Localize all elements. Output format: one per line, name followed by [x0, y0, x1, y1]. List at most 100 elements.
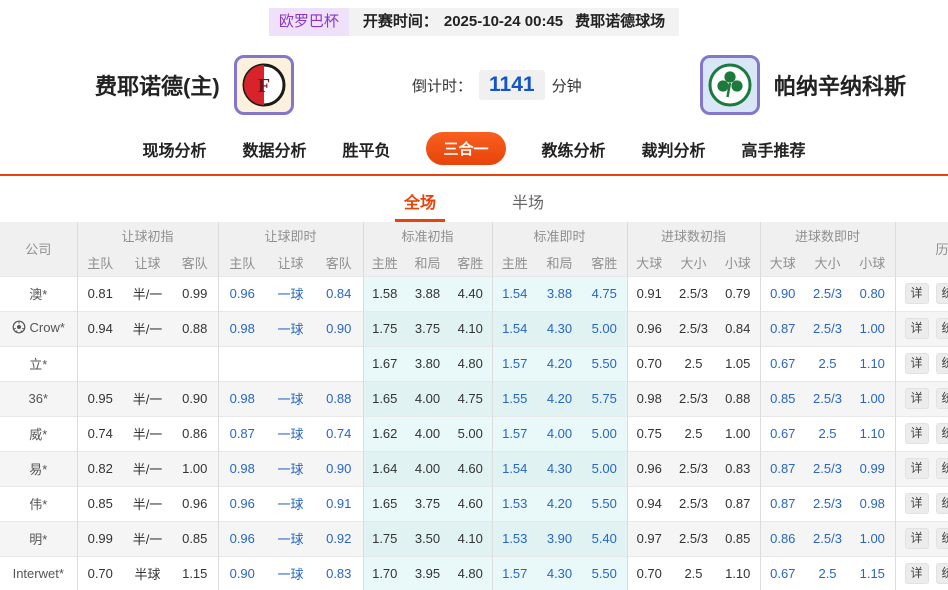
odds-cell: 0.91: [315, 486, 363, 521]
odds-cell: 0.92: [315, 521, 363, 556]
odds-cell: 0.85: [77, 486, 123, 521]
stats-button[interactable]: 统: [936, 423, 948, 444]
company-cell[interactable]: 威*: [0, 416, 77, 451]
col-subheader: 主队: [218, 249, 266, 276]
nav-tab[interactable]: 数据分析: [242, 137, 306, 161]
odds-cell: 2.5/3: [805, 521, 850, 556]
odds-cell: 0.85: [716, 521, 760, 556]
company-cell[interactable]: Crow*: [0, 311, 77, 346]
odds-cell: [123, 346, 172, 381]
odds-cell: [172, 346, 218, 381]
scope-tab[interactable]: 半场: [503, 189, 553, 222]
col-subheader: 和局: [406, 249, 449, 276]
odds-cell: 1.54: [492, 311, 537, 346]
nav-tab[interactable]: 三合一: [426, 132, 505, 165]
company-cell[interactable]: 伟*: [0, 486, 77, 521]
col-subheader: 大小: [671, 249, 716, 276]
odds-cell: 0.83: [716, 451, 760, 486]
detail-button[interactable]: 详: [905, 563, 929, 584]
nav-tab[interactable]: 高手推荐: [742, 137, 806, 161]
odds-cell: 半/一: [123, 486, 172, 521]
nav-tabs: 现场分析 数据分析 胜平负 三合一 教练分析 裁判分析 高手推荐: [0, 132, 948, 176]
detail-button[interactable]: 详: [905, 283, 929, 304]
stats-button[interactable]: 统: [936, 318, 948, 339]
scope-tab[interactable]: 全场: [395, 189, 445, 222]
odds-cell: [266, 346, 315, 381]
odds-cell: 0.88: [716, 381, 760, 416]
company-cell[interactable]: 36*: [0, 381, 77, 416]
company-name: 立*: [29, 354, 47, 373]
odds-cell: 2.5/3: [671, 486, 716, 521]
company-cell[interactable]: Interwet*: [0, 556, 77, 590]
odds-cell: 3.75: [406, 486, 449, 521]
table-row: 伟*0.85半/一0.960.96一球0.911.653.754.601.534…: [0, 486, 948, 521]
company-cell[interactable]: 明*: [0, 521, 77, 556]
table-row: Interwet*0.70半球1.150.90一球0.831.703.954.8…: [0, 556, 948, 590]
stats-button[interactable]: 统: [936, 283, 948, 304]
odds-cell: 3.50: [406, 521, 449, 556]
odds-cell: 0.90: [315, 311, 363, 346]
kickoff-label: 开赛时间：: [349, 8, 444, 36]
odds-cell: 1.75: [363, 311, 406, 346]
detail-button[interactable]: 详: [905, 528, 929, 549]
odds-cell: 0.99: [77, 521, 123, 556]
table-row: 立*1.673.804.801.574.205.500.702.51.050.6…: [0, 346, 948, 381]
odds-cell: 2.5: [805, 416, 850, 451]
stats-button[interactable]: 统: [936, 528, 948, 549]
nav-tab[interactable]: 现场分析: [142, 137, 206, 161]
odds-cell: 1.54: [492, 276, 537, 311]
company-cell[interactable]: 澳*: [0, 276, 77, 311]
company-name: Interwet*: [13, 566, 64, 581]
odds-cell: 1.75: [363, 521, 406, 556]
odds-cell: 2.5/3: [805, 276, 850, 311]
action-cell: 详统: [895, 451, 948, 486]
detail-button[interactable]: 详: [905, 353, 929, 374]
odds-cell: [218, 346, 266, 381]
col-subheader: 和局: [537, 249, 582, 276]
odds-cell: 1.70: [363, 556, 406, 590]
odds-cell: 3.75: [406, 311, 449, 346]
nav-tab[interactable]: 教练分析: [542, 137, 606, 161]
stats-button[interactable]: 统: [936, 388, 948, 409]
odds-cell: 3.80: [406, 346, 449, 381]
odds-cell: 0.86: [760, 521, 805, 556]
col-subheader: 小球: [850, 249, 895, 276]
odds-cell: 5.50: [582, 486, 627, 521]
odds-cell: 0.87: [716, 486, 760, 521]
odds-cell: 0.95: [77, 381, 123, 416]
detail-button[interactable]: 详: [905, 493, 929, 514]
company-cell[interactable]: 立*: [0, 346, 77, 381]
away-team-logo: [700, 55, 760, 115]
company-name: 伟*: [29, 494, 47, 513]
odds-cell: 0.98: [218, 381, 266, 416]
col-group-header: 让球初指: [77, 222, 218, 249]
soccer-ball-icon: [12, 320, 26, 334]
odds-cell: 4.75: [449, 381, 492, 416]
odds-cell: 1.57: [492, 556, 537, 590]
odds-cell: 0.70: [77, 556, 123, 590]
company-cell[interactable]: 易*: [0, 451, 77, 486]
league-badge[interactable]: 欧罗巴杯: [269, 8, 349, 36]
nav-tab[interactable]: 胜平负: [342, 137, 390, 161]
odds-cell: 0.96: [172, 486, 218, 521]
stats-button[interactable]: 统: [936, 493, 948, 514]
odds-cell: 4.00: [406, 451, 449, 486]
odds-cell: 0.87: [760, 311, 805, 346]
odds-cell: 1.15: [172, 556, 218, 590]
odds-cell: 一球: [266, 556, 315, 590]
odds-cell: 0.85: [172, 521, 218, 556]
stats-button[interactable]: 统: [936, 458, 948, 479]
col-header-company: 公司: [0, 222, 77, 276]
detail-button[interactable]: 详: [905, 458, 929, 479]
col-group-header: 标准即时: [492, 222, 627, 249]
panathinaikos-crest-icon: [707, 62, 753, 108]
stats-button[interactable]: 统: [936, 563, 948, 584]
stats-button[interactable]: 统: [936, 353, 948, 374]
nav-tab[interactable]: 裁判分析: [642, 137, 706, 161]
detail-button[interactable]: 详: [905, 388, 929, 409]
detail-button[interactable]: 详: [905, 318, 929, 339]
odds-cell: 0.99: [850, 451, 895, 486]
home-team-logo: F: [234, 55, 294, 115]
odds-cell: 一球: [266, 416, 315, 451]
detail-button[interactable]: 详: [905, 423, 929, 444]
